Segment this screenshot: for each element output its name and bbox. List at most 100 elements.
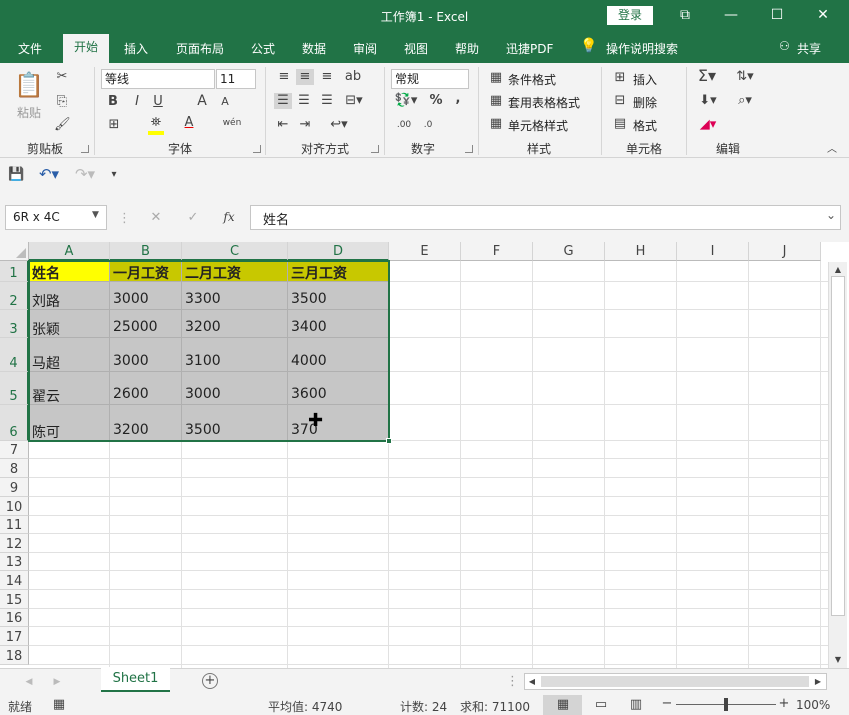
increase-indent-icon[interactable]: ⇥ [296,117,314,133]
row-header-2[interactable]: 2 [0,282,29,310]
undo-icon[interactable]: ↶▾ [36,166,62,182]
align-bottom-icon[interactable]: ≡ [319,69,335,85]
next-sheet-icon[interactable]: ▶ [52,674,62,690]
formula-input[interactable]: 姓名 ⌄ [250,205,841,230]
minimize-button[interactable]: — [708,0,754,33]
format-as-table-button[interactable]: 套用表格格式 [508,94,580,111]
row-header-5[interactable]: 5 [0,372,29,405]
row-header-18[interactable]: 18 [0,646,29,665]
row-header-7[interactable]: 7 [0,441,29,459]
percent-style-button[interactable]: % [428,93,444,109]
sum-value[interactable]: 求和: 71100 [460,698,530,715]
redo-icon[interactable]: ↷▾ [72,166,98,182]
tab-file[interactable]: 文件 [18,40,42,57]
row-header-6[interactable]: 6 [0,405,29,441]
normal-view-icon[interactable]: ▦ [555,697,571,713]
fill-handle[interactable] [386,438,392,444]
close-button[interactable]: ✕ [800,0,846,33]
conditional-format-button[interactable]: 条件格式 [508,71,556,88]
align-right-icon[interactable]: ☰ [319,93,335,109]
row-header-10[interactable]: 10 [0,497,29,516]
vertical-scroll-thumb[interactable] [831,276,845,616]
tab-formulas[interactable]: 公式 [251,40,275,57]
tab-insert[interactable]: 插入 [124,40,148,57]
row-header-17[interactable]: 17 [0,627,29,646]
align-center-icon[interactable]: ☰ [296,93,312,109]
font-size-select[interactable]: 11 [216,69,256,89]
copy-icon[interactable]: ⎘ [54,94,70,110]
column-header-h[interactable]: H [605,242,677,261]
scroll-down-icon[interactable]: ▼ [831,652,845,668]
zoom-level[interactable]: 100% [796,698,830,712]
row-header-12[interactable]: 12 [0,534,29,553]
cell-styles-button[interactable]: 单元格样式 [508,117,568,134]
tell-me-search[interactable]: 操作说明搜索 [606,40,678,57]
accounting-format-icon[interactable]: 💱▾ [393,93,419,109]
previous-sheet-icon[interactable]: ◀ [24,674,34,690]
find-select-icon[interactable]: ⌕▾ [732,93,758,109]
merge-center-icon[interactable]: ⊟▾ [342,93,366,109]
decrease-decimal-icon[interactable]: .0 [418,117,438,133]
format-painter-icon[interactable]: 🖌 [54,117,71,133]
column-header-j[interactable]: J [749,242,821,261]
orientation-icon[interactable]: ab [344,69,362,85]
row-header-1[interactable]: 1 [0,261,29,282]
row-header-3[interactable]: 3 [0,310,29,338]
customize-qat-icon[interactable]: ▾ [108,167,120,183]
paste-button[interactable]: 粘贴 [17,104,41,121]
row-header-16[interactable]: 16 [0,609,29,627]
clipboard-launcher-icon[interactable] [81,145,89,153]
worksheet-grid[interactable]: ABCDEFGHIJ 1 2 3 4 5 6 7 8 9 10 11 12 13 14 15 16 17 18 姓… [0,242,849,668]
page-break-view-icon[interactable]: ▥ [628,697,644,713]
login-button[interactable]: 登录 [607,6,653,25]
row-header-15[interactable]: 15 [0,590,29,609]
cancel-entry-icon[interactable]: ✕ [148,210,164,226]
column-header-i[interactable]: I [677,242,749,261]
fill-down-icon[interactable]: ⬇▾ [696,93,720,109]
row-header-13[interactable]: 13 [0,553,29,571]
align-top-icon[interactable]: ≡ [276,69,292,85]
row-header-4[interactable]: 4 [0,338,29,372]
add-sheet-button[interactable]: + [202,673,218,689]
share-button[interactable]: 共享 [797,40,821,57]
clear-icon[interactable]: ◢▾ [696,117,720,133]
bold-button[interactable]: B [106,94,120,110]
underline-button[interactable]: U [151,94,165,110]
name-box[interactable]: 6R x 4C ▼ [5,205,107,230]
zoom-out-icon[interactable]: − [661,696,673,712]
save-icon[interactable]: 💾 [8,167,24,183]
alignment-launcher-icon[interactable] [371,145,379,153]
collapse-ribbon-icon[interactable]: ︿ [826,142,838,158]
tab-view[interactable]: 视图 [404,40,428,57]
align-left-icon[interactable]: ☰ [274,93,292,109]
tab-split-icon[interactable]: ⋮ [506,674,519,690]
column-header-a[interactable]: A [29,242,110,261]
phonetic-button[interactable]: wén [222,115,242,131]
number-launcher-icon[interactable] [465,145,473,153]
italic-button[interactable]: I [130,94,144,110]
chevron-down-icon[interactable]: ▼ [92,210,99,220]
decrease-indent-icon[interactable]: ⇤ [274,117,292,133]
comma-style-button[interactable]: , [452,91,464,107]
tab-pdf[interactable]: 迅捷PDF [506,40,553,57]
number-format-select[interactable]: 常规 [391,69,469,89]
average-value[interactable]: 平均值: 4740 [268,698,342,715]
zoom-in-icon[interactable]: + [778,696,790,712]
row-header-14[interactable]: 14 [0,571,29,590]
column-header-f[interactable]: F [461,242,533,261]
format-cells-button[interactable]: 格式 [633,117,657,134]
tab-review[interactable]: 审阅 [353,40,377,57]
font-color-button[interactable]: A [181,115,197,131]
count-value[interactable]: 计数: 24 [400,698,447,715]
ribbon-display-options-icon[interactable]: ⧉ [662,0,708,33]
shrink-font-button[interactable]: A [218,94,232,110]
fill-color-icon[interactable]: ⛯ [148,115,164,131]
horizontal-scroll-thumb[interactable] [541,676,809,687]
row-header-11[interactable]: 11 [0,516,29,534]
insert-function-button[interactable]: fx [220,209,238,225]
cut-icon[interactable]: ✂ [54,69,70,85]
tab-help[interactable]: 帮助 [455,40,479,57]
font-name-select[interactable]: 等线 [101,69,215,89]
row-header-9[interactable]: 9 [0,478,29,497]
row-header-8[interactable]: 8 [0,459,29,478]
